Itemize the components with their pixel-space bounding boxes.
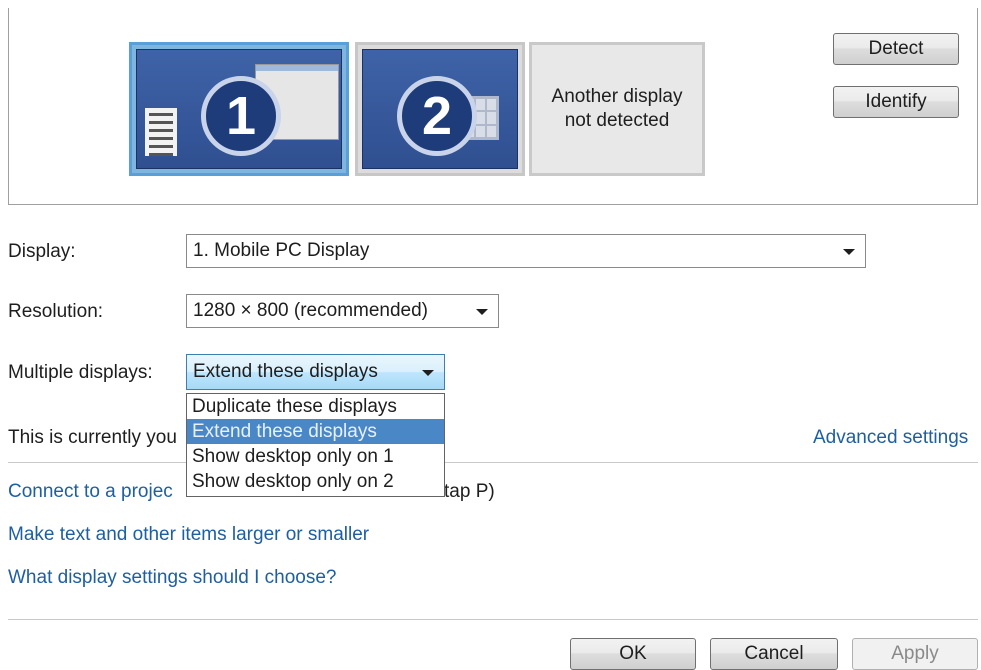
display-arrangement-panel: 1 2 Another display not detected Detect … xyxy=(8,8,978,205)
resolution-label: Resolution: xyxy=(8,301,104,322)
advanced-settings-link[interactable]: Advanced settings xyxy=(813,427,968,449)
multiple-displays-select[interactable]: Extend these displays xyxy=(186,354,445,390)
display-select-value: 1. Mobile PC Display xyxy=(193,240,370,261)
current-display-text: This is currently you xyxy=(8,427,177,448)
ok-button[interactable]: OK xyxy=(570,638,696,670)
detect-button[interactable]: Detect xyxy=(833,33,959,65)
identify-button[interactable]: Identify xyxy=(833,86,959,118)
option-duplicate[interactable]: Duplicate these displays xyxy=(187,394,444,419)
multiple-displays-value: Extend these displays xyxy=(193,361,378,382)
mini-start-menu-icon xyxy=(145,108,177,156)
text-size-link[interactable]: Make text and other items larger or smal… xyxy=(8,524,369,546)
projector-shortcut-text: tap P) xyxy=(444,481,495,502)
divider xyxy=(8,462,978,463)
chevron-down-icon xyxy=(843,249,855,255)
not-detected-line-1: Another display xyxy=(551,86,683,107)
resolution-select-value: 1280 × 800 (recommended) xyxy=(193,300,429,321)
option-desktop-only-1[interactable]: Show desktop only on 1 xyxy=(187,444,444,469)
option-desktop-only-2[interactable]: Show desktop only on 2 xyxy=(187,469,444,494)
display-select[interactable]: 1. Mobile PC Display xyxy=(186,234,866,268)
cancel-button[interactable]: Cancel xyxy=(710,638,838,670)
monitor-not-detected: Another display not detected xyxy=(529,42,705,176)
monitor-2-number: 2 xyxy=(397,76,477,156)
chevron-down-icon xyxy=(422,370,434,376)
option-extend[interactable]: Extend these displays xyxy=(187,419,444,444)
resolution-select[interactable]: 1280 × 800 (recommended) xyxy=(186,294,499,328)
multiple-displays-label: Multiple displays: xyxy=(8,362,153,383)
help-link[interactable]: What display settings should I choose? xyxy=(8,567,336,589)
multiple-displays-dropdown: Duplicate these displays Extend these di… xyxy=(186,393,445,497)
not-detected-line-2: not detected xyxy=(564,110,670,131)
chevron-down-icon xyxy=(476,309,488,315)
display-label: Display: xyxy=(8,241,76,262)
divider xyxy=(8,619,978,620)
monitor-2-screen: 2 xyxy=(362,49,518,169)
monitor-1-screen: 1 xyxy=(136,49,342,169)
monitor-2[interactable]: 2 xyxy=(355,42,525,176)
monitor-1-number: 1 xyxy=(201,76,281,156)
monitor-1[interactable]: 1 xyxy=(129,42,349,176)
apply-button[interactable]: Apply xyxy=(852,638,978,670)
connect-projector-link[interactable]: Connect to a projec xyxy=(8,481,173,503)
